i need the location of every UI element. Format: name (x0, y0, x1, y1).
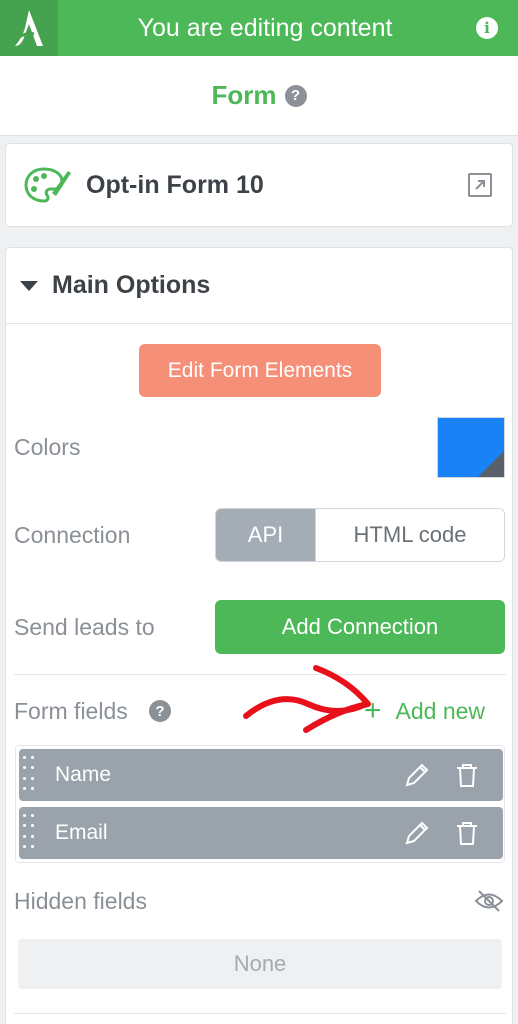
connection-toggle: API HTML code (215, 508, 505, 562)
field-name: Name (55, 763, 112, 786)
colors-label: Colors (14, 434, 81, 460)
drag-handle-icon[interactable] (23, 756, 37, 794)
pencil-icon[interactable] (403, 819, 431, 847)
main-options-toggle[interactable]: Main Options (6, 248, 512, 324)
add-new-label: Add new (395, 697, 486, 724)
edit-form-elements-button[interactable]: Edit Form Elements (139, 344, 381, 397)
send-leads-label: Send leads to (14, 614, 155, 640)
top-bar: You are editing content i (0, 0, 518, 56)
eye-off-icon[interactable] (474, 888, 504, 914)
help-icon[interactable]: ? (284, 84, 307, 107)
hidden-fields-label: Hidden fields (14, 888, 147, 914)
connection-label: Connection (14, 522, 131, 548)
field-row-email[interactable]: Email (19, 807, 503, 859)
thrive-logo-icon[interactable] (0, 0, 58, 56)
connection-html-option[interactable]: HTML code (316, 509, 504, 561)
palette-icon (24, 167, 71, 203)
panel-title: Form (211, 80, 277, 110)
form-name-card: Opt-in Form 10 (5, 143, 513, 227)
form-fields-list: Name Email (15, 745, 505, 863)
divider (14, 1013, 506, 1014)
panel-header: Form ? (0, 56, 518, 136)
main-options-title: Main Options (52, 271, 211, 299)
form-fields-label: Form fields (14, 698, 128, 724)
color-picker-swatch[interactable] (437, 417, 505, 478)
drag-handle-icon[interactable] (23, 814, 37, 852)
plus-icon: + (364, 694, 382, 727)
field-row-name[interactable]: Name (19, 749, 503, 801)
info-icon[interactable]: i (476, 17, 498, 39)
divider (14, 674, 506, 675)
caret-down-icon (20, 280, 38, 291)
connection-api-option[interactable]: API (216, 509, 316, 561)
trash-icon[interactable] (453, 819, 481, 847)
swatch-corner (478, 451, 504, 477)
pencil-icon[interactable] (403, 761, 431, 789)
trash-icon[interactable] (453, 761, 481, 789)
external-link-icon[interactable] (468, 173, 492, 197)
add-connection-button[interactable]: Add Connection (215, 600, 505, 654)
editing-banner-title: You are editing content (137, 13, 393, 42)
form-name: Opt-in Form 10 (86, 170, 264, 199)
add-new-field-button[interactable]: + Add new (364, 696, 485, 726)
hidden-fields-empty: None (18, 939, 502, 989)
form-fields-help-icon[interactable]: ? (149, 700, 171, 722)
main-options-panel: Main Options Edit Form Elements Colors C… (5, 247, 513, 1024)
field-name: Email (55, 821, 108, 844)
